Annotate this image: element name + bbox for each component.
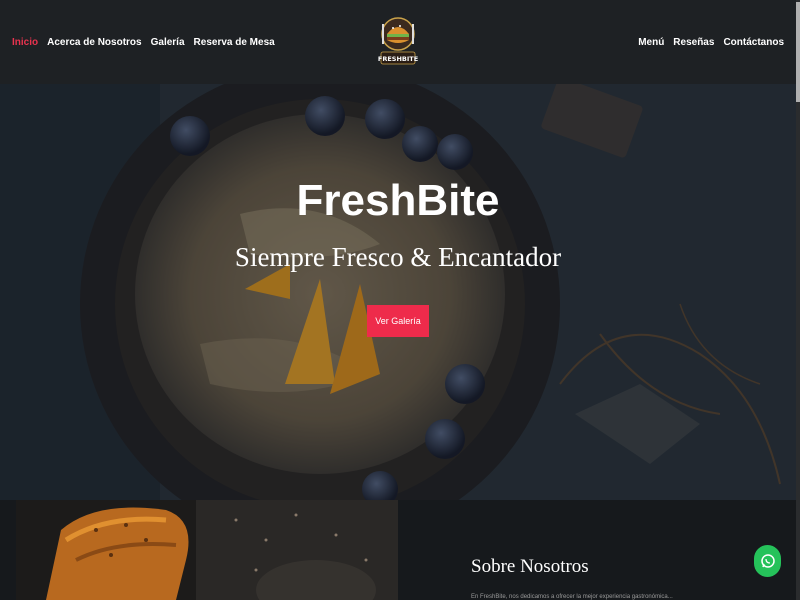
- hero-title: FreshBite: [296, 176, 500, 225]
- about-image: [16, 500, 398, 600]
- whatsapp-icon: [760, 554, 775, 568]
- hero-section: FreshBite Siempre Fresco & Encantador Ve…: [0, 84, 796, 500]
- nav-link-reserva[interactable]: Reserva de Mesa: [194, 37, 275, 48]
- scrollbar-thumb[interactable]: [796, 2, 800, 102]
- nav-right-group: Menú Reseñas Contáctanos: [638, 37, 784, 48]
- hero-subtitle: Siempre Fresco & Encantador: [234, 242, 562, 272]
- view-gallery-button[interactable]: Ver Galería: [367, 305, 429, 337]
- whatsapp-button[interactable]: [754, 545, 781, 577]
- nav-link-resenas[interactable]: Reseñas: [673, 37, 714, 48]
- nav-link-menu[interactable]: Menú: [638, 37, 664, 48]
- nav-link-galeria[interactable]: Galería: [151, 37, 185, 48]
- page-scrollbar[interactable]: [796, 0, 800, 600]
- hero-overlay: [0, 84, 796, 500]
- nav-left-group: Inicio Acerca de Nosotros Galería Reserv…: [12, 37, 275, 48]
- freshbite-logo[interactable]: FRESHBITE: [378, 12, 418, 70]
- logo-text: FRESHBITE: [378, 55, 418, 63]
- nav-link-contactanos[interactable]: Contáctanos: [723, 37, 784, 48]
- about-section: Sobre Nosotros En FreshBite, nos dedicam…: [0, 500, 796, 600]
- nav-link-acerca[interactable]: Acerca de Nosotros: [47, 37, 141, 48]
- about-heading: Sobre Nosotros: [471, 556, 589, 577]
- about-text: En FreshBite, nos dedicamos a ofrecer la…: [471, 594, 673, 600]
- nav-link-inicio[interactable]: Inicio: [12, 37, 38, 48]
